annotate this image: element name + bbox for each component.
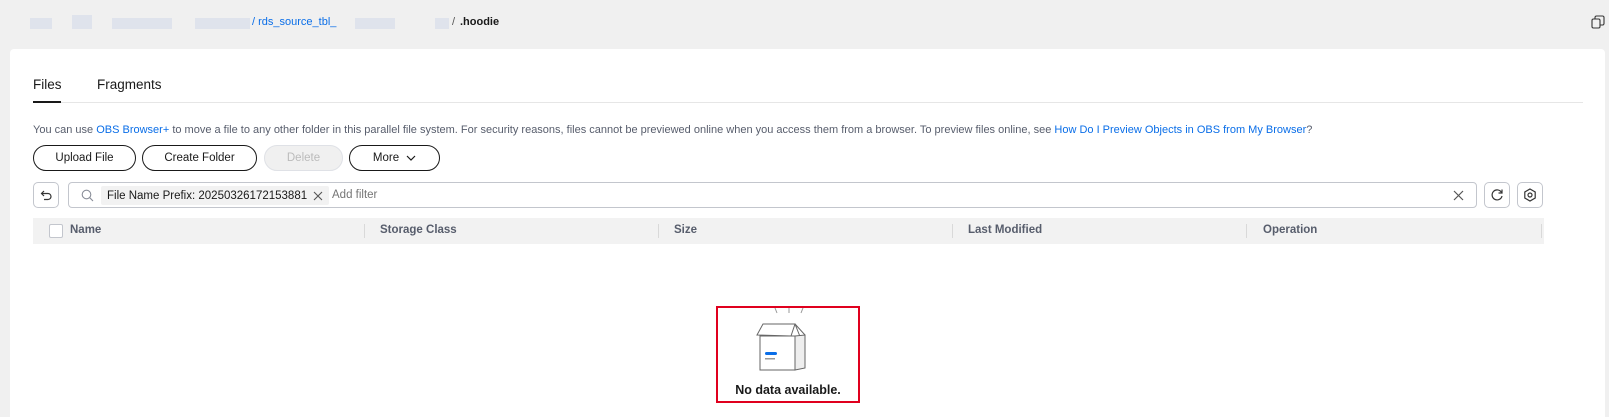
main-card: Files Fragments You can use OBS Browser+… (10, 49, 1605, 417)
gear-icon (1524, 188, 1536, 202)
column-divider[interactable] (1246, 224, 1247, 238)
notice-part: to move a file to any other folder in th… (169, 124, 1055, 136)
filter-tag: File Name Prefix: 20250326172153881 (101, 186, 330, 205)
breadcrumb: / rds_source_tbl_ / .hoodie (30, 15, 570, 31)
close-icon[interactable] (313, 191, 323, 201)
redacted-region (355, 18, 395, 29)
more-label: More (372, 152, 400, 164)
search-filter-box[interactable]: File Name Prefix: 20250326172153881 (68, 182, 1477, 208)
undo-icon (40, 190, 52, 200)
create-folder-button[interactable]: Create Folder (142, 145, 257, 171)
filter-row: File Name Prefix: 20250326172153881 (33, 182, 1598, 208)
empty-state-message: No data available. (735, 383, 841, 397)
refresh-button[interactable] (1484, 182, 1510, 208)
column-header-last-modified[interactable]: Last Modified (968, 224, 1042, 236)
column-header-operation: Operation (1263, 224, 1318, 236)
column-header-storage-class[interactable]: Storage Class (380, 224, 457, 236)
filter-tag-label: File Name Prefix: 20250326172153881 (107, 189, 308, 202)
chevron-down-icon (406, 155, 416, 161)
window-icon[interactable] (1591, 15, 1605, 29)
notice-part: ? (1306, 124, 1313, 136)
column-divider[interactable] (658, 224, 659, 238)
delete-button[interactable]: Delete (264, 145, 343, 171)
obs-browser-link[interactable]: OBS Browser+ (96, 124, 169, 136)
tab-fragments[interactable]: Fragments (97, 77, 162, 103)
tab-bar: Files Fragments (33, 77, 1583, 103)
empty-box-icon (756, 308, 806, 371)
notice-text: You can use OBS Browser+ to move a file … (33, 124, 1312, 136)
redacted-region (195, 18, 250, 29)
search-icon (81, 189, 94, 202)
refresh-icon (1491, 189, 1503, 201)
redacted-region (435, 18, 449, 29)
settings-button[interactable] (1517, 182, 1543, 208)
column-header-size[interactable]: Size (674, 224, 697, 236)
column-header-name[interactable]: Name (70, 224, 101, 236)
table-header: Name Storage Class Size Last Modified Op… (33, 218, 1544, 244)
preview-help-link[interactable]: How Do I Preview Objects in OBS from My … (1054, 124, 1306, 136)
empty-state: No data available. (716, 306, 860, 403)
breadcrumb-current: .hoodie (460, 16, 500, 28)
upload-file-button[interactable]: Upload File (33, 145, 136, 171)
redacted-region (72, 15, 92, 29)
column-divider[interactable] (1541, 224, 1542, 238)
back-button[interactable] (33, 182, 59, 208)
redacted-region (112, 18, 172, 29)
column-divider[interactable] (952, 224, 953, 238)
breadcrumb-link[interactable]: / rds_source_tbl_ (252, 16, 336, 28)
clear-icon[interactable] (1453, 190, 1464, 201)
breadcrumb-separator: / (452, 16, 456, 28)
tab-files[interactable]: Files (33, 77, 62, 103)
redacted-region (30, 18, 52, 29)
select-all-checkbox[interactable] (49, 224, 63, 238)
more-button[interactable]: More (349, 145, 440, 171)
notice-part: You can use (33, 124, 97, 136)
column-divider[interactable] (364, 224, 365, 238)
add-filter-input[interactable] (332, 189, 632, 201)
